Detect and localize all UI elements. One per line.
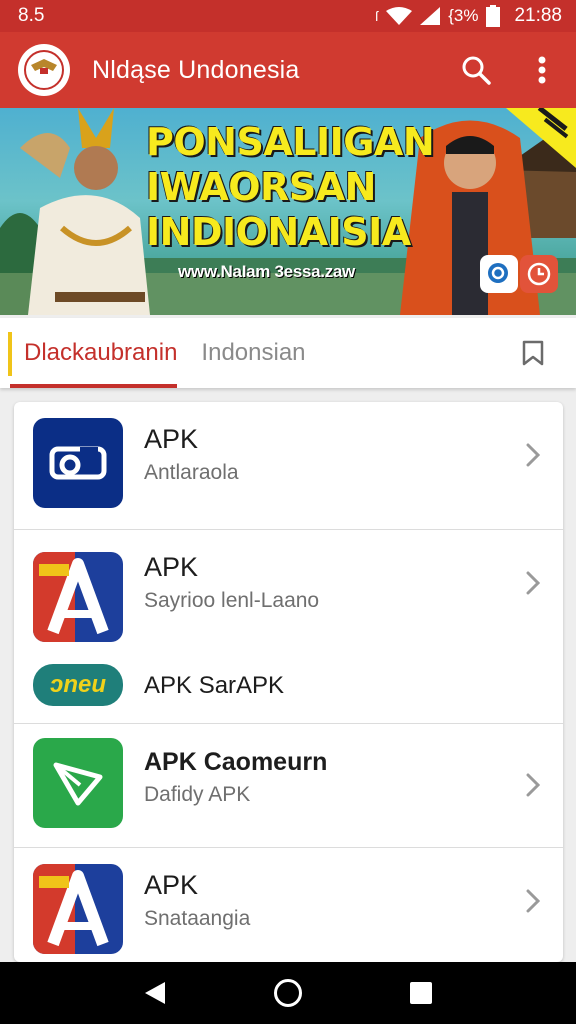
chevron-right-icon [523,568,543,598]
whistle-app-icon [33,418,123,508]
banner-headline-line: INDIONAISIA [146,210,411,254]
jnpu-badge-icon: ɔneu [33,664,123,706]
bookmark-icon[interactable] [516,336,550,370]
list-item-title: APK [144,870,199,900]
paper-plane-app-icon [33,738,123,828]
wifi-icon [386,7,413,25]
battery-icon [486,5,501,27]
home-icon[interactable] [264,969,312,1017]
list-item-text: APK Sayrioo lenl-Laano [144,552,319,613]
battery-percent: {3% [448,6,479,25]
banner-url: www.NaIam 3essa.zaw [178,262,355,281]
list-item-title: APK [144,552,199,582]
tab-dlackaubranin[interactable]: Dlackaubranin [0,318,187,388]
chevron-right-icon [523,770,543,800]
status-icons: ſ {3% 21:88 [375,5,562,27]
garuda-emblem-icon [18,44,70,96]
status-time: 21:88 [514,5,562,26]
signal-icon [420,7,441,25]
banner-headline: PONSALIIGAN IWAORSAN INDIONAISIA [146,120,435,255]
system-nav-bar [0,962,576,1024]
list-item-title: APK Caomeurn [144,748,328,776]
list-item-text: APK Caomeurn Dafidy APK [144,748,327,807]
status-left-text: 8.5 [18,5,45,26]
tab-indonsian[interactable]: Indonsian [187,318,315,388]
tab-bar: Dlackaubranin Indonsian [0,318,576,388]
banner-headline-line: PONSALIIGAN [146,120,435,164]
list-item-text: APK Antlaraola [144,424,239,485]
search-icon[interactable] [456,50,496,90]
badge-text: ɔneu [49,671,106,698]
a-logo-app-icon [33,552,123,642]
list-item-subtitle: Dafidy APK [144,783,251,806]
banner-timer-button[interactable] [520,255,558,293]
app-title: Nldąse Undonesia [92,55,300,84]
chevron-right-icon [523,440,543,470]
list-item-subtitle: Snataangia [144,907,251,930]
back-icon[interactable] [131,969,179,1017]
banner-headline-line: IWAORSAN [146,165,376,209]
list-item[interactable]: APK Caomeurn Dafidy APK [14,724,563,848]
promo-banner[interactable]: PONSALIIGAN IWAORSAN INDIONAISIA www.NaI… [0,108,576,315]
list-item-subtitle: Sayrioo lenl-Laano [144,589,320,612]
list-item[interactable]: APK Sayrioo lenl-Laano [14,530,563,660]
more-vert-icon[interactable] [522,50,562,90]
status-bar: 8.5 ſ {3% 21:88 [0,0,576,32]
app-bar: Nldąse Undonesia [0,32,576,108]
app-list: APK Antlaraola APK Sayrioo lenl-Laano ɔn… [14,402,563,962]
list-item-subtitle: Antlaraola [144,461,239,484]
list-item-title: APK [144,424,199,454]
corner-promo-tag [506,108,576,168]
list-item[interactable]: ɔneu APK SarAPK [14,660,563,724]
banner-search-button[interactable] [480,255,518,293]
list-item[interactable]: APK Snataangia [14,848,563,962]
chevron-right-icon [523,886,543,916]
list-item-title: APK SarAPK [144,672,285,699]
list-item[interactable]: APK Antlaraola [14,402,563,530]
a-logo-app-icon [33,864,123,954]
list-item-text: APK SarAPK [144,672,284,700]
recents-icon[interactable] [397,969,445,1017]
notification-icon: ſ [375,8,379,24]
list-item-text: APK Snataangia [144,870,250,931]
